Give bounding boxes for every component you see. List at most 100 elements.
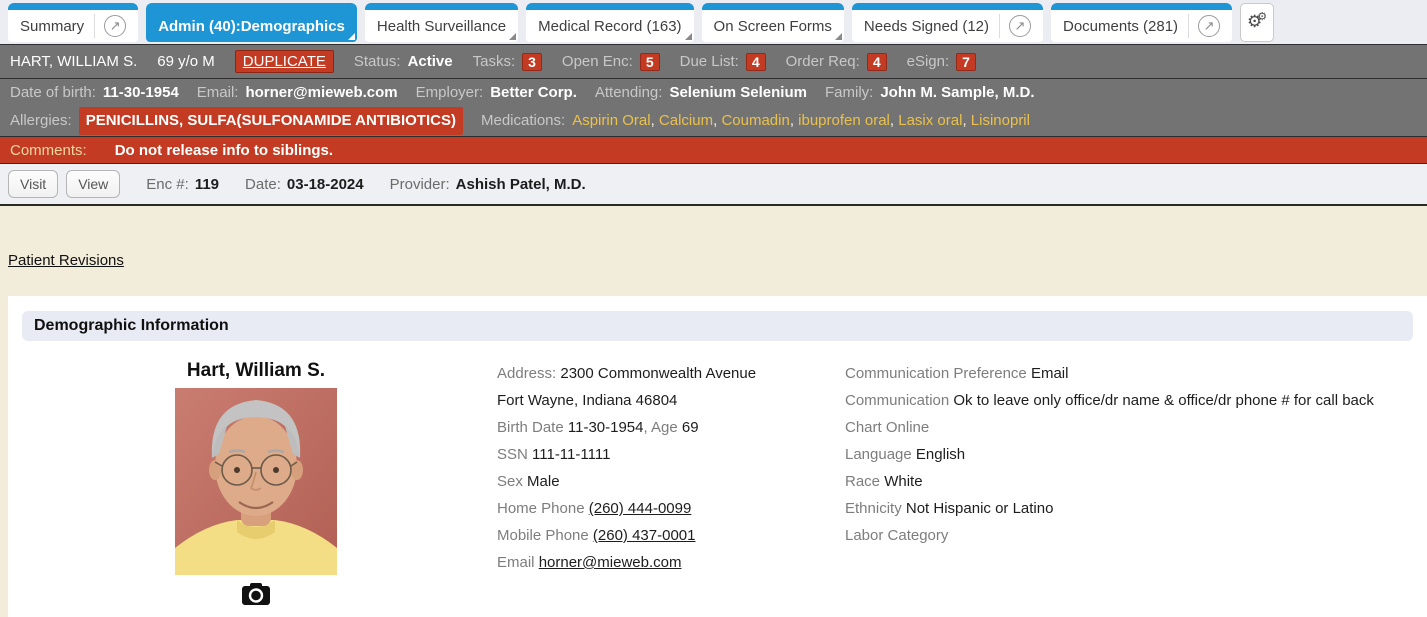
encounter-bar: Visit View Enc #: 119 Date: 03-18-2024 P… bbox=[0, 164, 1427, 206]
patient-photo bbox=[175, 388, 337, 575]
medication-item[interactable]: Lasix oral bbox=[898, 112, 971, 129]
ethnicity-label: Ethnicity bbox=[845, 500, 902, 517]
email-label: Email: bbox=[197, 81, 239, 105]
tab-divider bbox=[94, 14, 95, 38]
open-enc-count-badge[interactable]: 5 bbox=[640, 53, 660, 71]
status-label: Status: bbox=[354, 53, 401, 70]
sex-value: Male bbox=[527, 473, 560, 490]
tab-summary-label: Summary bbox=[20, 18, 84, 35]
demographic-panel: Demographic Information Hart, William S. bbox=[8, 296, 1427, 617]
due-list-label: Due List: bbox=[680, 53, 739, 70]
tab-divider bbox=[999, 14, 1000, 38]
external-link-icon[interactable]: ↗ bbox=[1009, 15, 1031, 37]
age-value: 69 bbox=[682, 419, 699, 436]
section-title: Demographic Information bbox=[22, 311, 1413, 341]
patient-revisions-link[interactable]: Patient Revisions bbox=[8, 252, 124, 269]
gear-small-icon: ⚙ bbox=[1257, 11, 1267, 22]
labor-category-field: Labor Category bbox=[845, 522, 1413, 549]
camera-icon[interactable] bbox=[241, 582, 271, 606]
ssn-value: 111-11-1111 bbox=[532, 446, 610, 463]
tab-dropdown-fold-icon bbox=[509, 33, 516, 40]
medication-item[interactable]: Calcium bbox=[659, 112, 722, 129]
home-phone-label: Home Phone bbox=[497, 500, 585, 517]
tab-health-surveillance[interactable]: Health Surveillance bbox=[365, 3, 518, 42]
enc-date-value: 03-18-2024 bbox=[287, 176, 364, 193]
address-label: Address: bbox=[497, 365, 556, 382]
comments-label: Comments: bbox=[10, 142, 87, 159]
address-line1: 2300 Commonwealth Avenue bbox=[560, 365, 756, 382]
race-field: Race White bbox=[845, 468, 1413, 495]
tab-on-screen-forms[interactable]: On Screen Forms bbox=[702, 3, 844, 42]
birth-date-value: 11-30-1954 bbox=[568, 419, 644, 436]
communication-field: Communication Ok to leave only office/dr… bbox=[845, 387, 1413, 414]
family-label: Family: bbox=[825, 81, 873, 105]
duplicate-badge[interactable]: DUPLICATE bbox=[235, 50, 334, 73]
medication-item[interactable]: Lisinopril bbox=[971, 112, 1030, 129]
comm-pref-field: Communication Preference Email bbox=[845, 360, 1413, 387]
tasks-count-badge[interactable]: 3 bbox=[522, 53, 542, 71]
tab-documents[interactable]: Documents (281) ↗ bbox=[1051, 3, 1232, 42]
preferences-fields-column: Communication Preference Email Communica… bbox=[845, 360, 1413, 611]
home-phone-link[interactable]: (260) 444-0099 bbox=[589, 500, 692, 517]
language-field: Language English bbox=[845, 441, 1413, 468]
tab-dropdown-fold-icon bbox=[835, 33, 842, 40]
tab-medical-record[interactable]: Medical Record (163) bbox=[526, 3, 693, 42]
medication-item[interactable]: Coumadin bbox=[721, 112, 798, 129]
tab-summary[interactable]: Summary ↗ bbox=[8, 3, 138, 42]
mobile-phone-link[interactable]: (260) 437-0001 bbox=[593, 527, 696, 544]
tab-forms-label: On Screen Forms bbox=[714, 18, 832, 35]
age-label: , Age bbox=[644, 419, 678, 436]
tasks-label: Tasks: bbox=[473, 53, 516, 70]
tab-dropdown-fold-icon bbox=[348, 33, 355, 40]
attending-value: Selenium Selenium bbox=[669, 81, 807, 105]
tab-medical-label: Medical Record (163) bbox=[538, 18, 681, 35]
tab-needs-signed-label: Needs Signed (12) bbox=[864, 18, 989, 35]
email-link[interactable]: horner@mieweb.com bbox=[539, 554, 682, 571]
tab-admin-demographics[interactable]: Admin (40):Demographics bbox=[146, 3, 357, 42]
ssn-label: SSN bbox=[497, 446, 528, 463]
mobile-phone-field: Mobile Phone (260) 437-0001 bbox=[497, 522, 845, 549]
labor-category-label: Labor Category bbox=[845, 527, 948, 544]
employer-label: Employer: bbox=[416, 81, 484, 105]
mobile-phone-label: Mobile Phone bbox=[497, 527, 589, 544]
chart-online-field: Chart Online bbox=[845, 414, 1413, 441]
patient-photo-column: Hart, William S. bbox=[160, 360, 352, 611]
view-button[interactable]: View bbox=[66, 170, 120, 198]
order-req-count-badge[interactable]: 4 bbox=[867, 53, 887, 71]
tab-documents-label: Documents (281) bbox=[1063, 18, 1178, 35]
visit-button[interactable]: Visit bbox=[8, 170, 58, 198]
attending-label: Attending: bbox=[595, 81, 663, 105]
external-link-icon[interactable]: ↗ bbox=[1198, 15, 1220, 37]
patient-banner: HART, WILLIAM S. 69 y/o M DUPLICATE Stat… bbox=[0, 45, 1427, 79]
communication-label: Communication bbox=[845, 392, 949, 409]
external-link-icon[interactable]: ↗ bbox=[104, 15, 126, 37]
comments-bar: Comments: Do not release info to sibling… bbox=[0, 137, 1427, 164]
allergies-highlight[interactable]: PENICILLINS, SULFA(SULFONAMIDE ANTIBIOTI… bbox=[79, 107, 463, 135]
medication-item[interactable]: Aspirin Oral bbox=[572, 112, 659, 129]
comments-text: Do not release info to siblings. bbox=[115, 142, 333, 159]
ssn-field: SSN 111-11-1111 bbox=[497, 441, 845, 468]
tab-needs-signed[interactable]: Needs Signed (12) ↗ bbox=[852, 3, 1043, 42]
settings-button[interactable]: ⚙ ⚙ bbox=[1240, 3, 1274, 42]
enc-number-value: 119 bbox=[195, 176, 219, 193]
status-value: Active bbox=[408, 53, 453, 70]
tab-divider bbox=[1188, 14, 1189, 38]
tab-health-label: Health Surveillance bbox=[377, 18, 506, 35]
birth-date-label: Birth Date bbox=[497, 419, 564, 436]
esign-count-badge[interactable]: 7 bbox=[956, 53, 976, 71]
patient-display-name: Hart, William S. bbox=[160, 360, 352, 382]
medication-item[interactable]: ibuprofen oral bbox=[798, 112, 898, 129]
demographics-banner: Date of birth: 11-30-1954 Email: horner@… bbox=[0, 79, 1427, 137]
patient-name: HART, WILLIAM S. bbox=[10, 53, 137, 70]
contact-fields-column: Address: 2300 Commonwealth Avenue Fort W… bbox=[497, 360, 845, 611]
esign-label: eSign: bbox=[907, 53, 950, 70]
enc-provider-label: Provider: bbox=[390, 176, 450, 193]
email-field-label: Email bbox=[497, 554, 535, 571]
tab-dropdown-fold-icon bbox=[685, 33, 692, 40]
sex-field: Sex Male bbox=[497, 468, 845, 495]
chart-tabs-bar: Summary ↗ Admin (40):Demographics Health… bbox=[0, 0, 1427, 45]
due-list-count-badge[interactable]: 4 bbox=[746, 53, 766, 71]
enc-number-label: Enc #: bbox=[146, 176, 189, 193]
comm-pref-label: Communication Preference bbox=[845, 365, 1027, 382]
medications-label: Medications: bbox=[481, 109, 565, 133]
